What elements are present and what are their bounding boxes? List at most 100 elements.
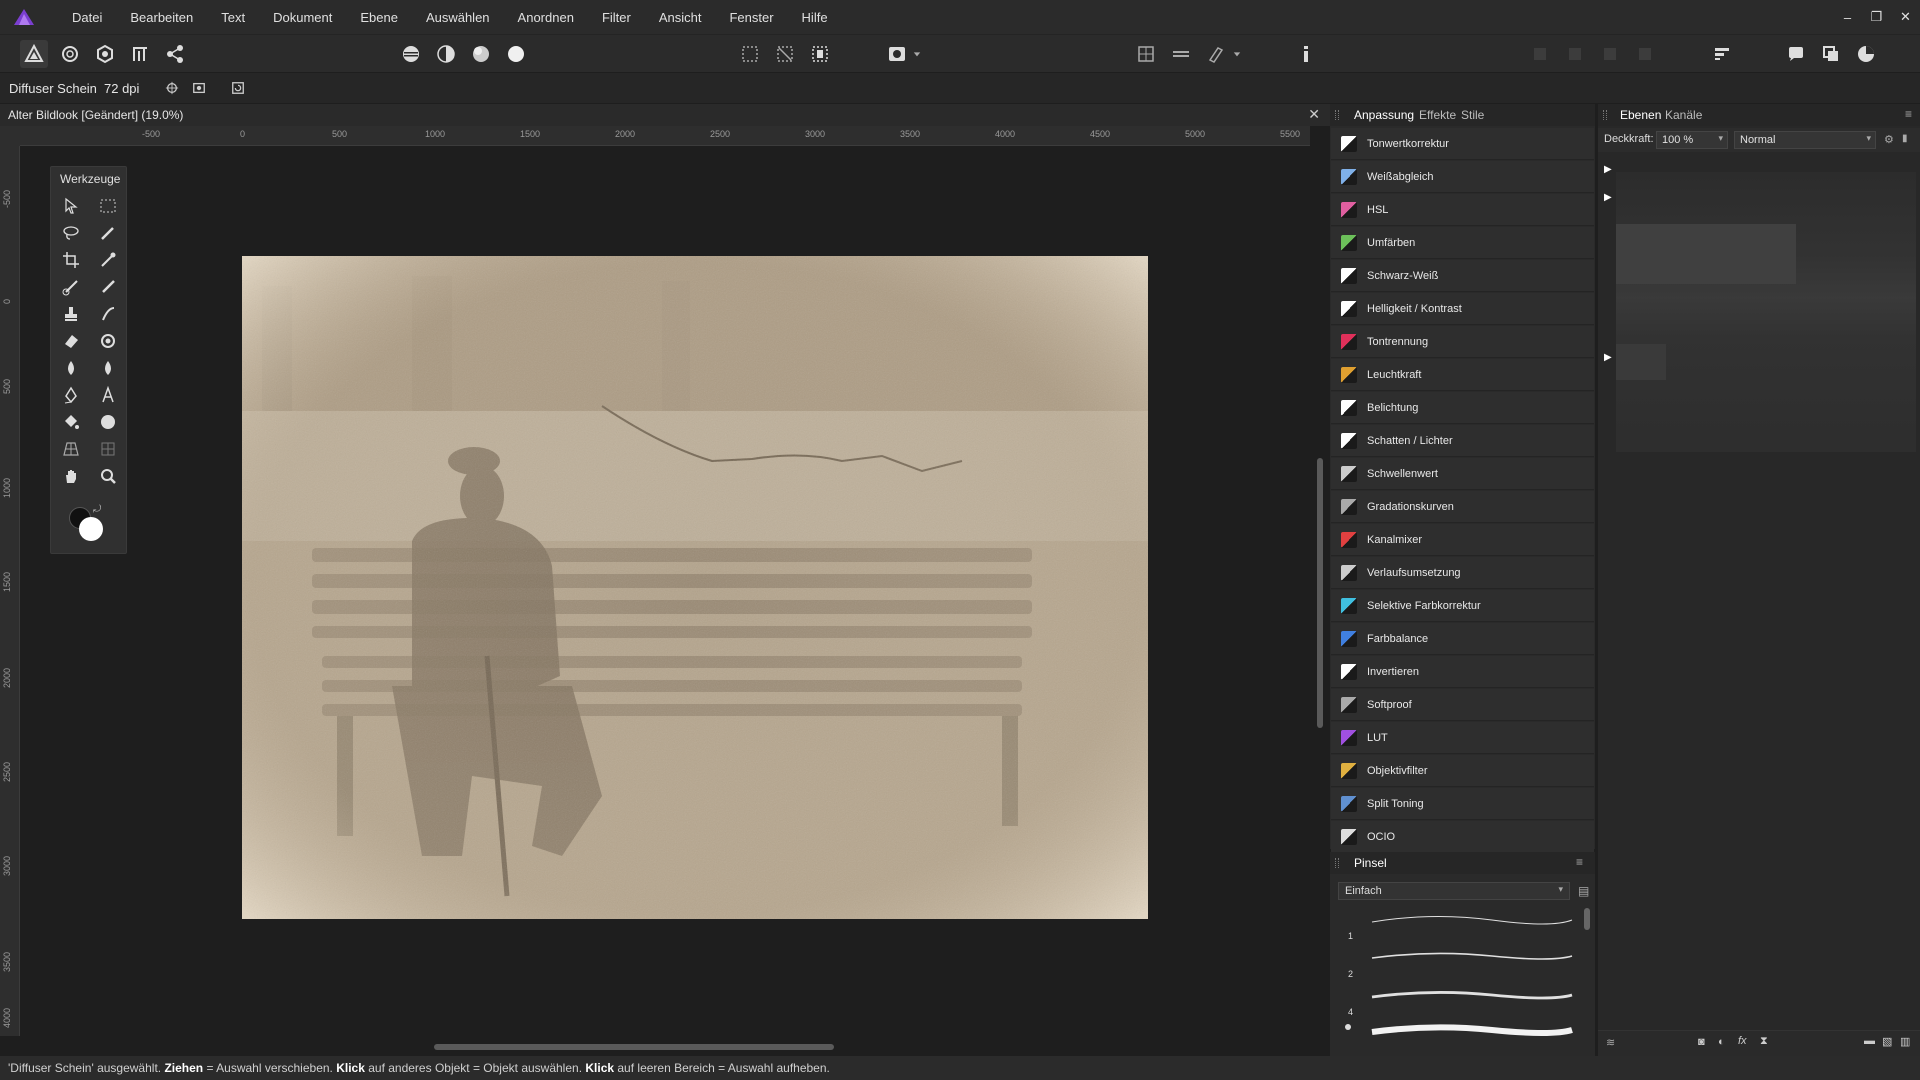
adjustment-item[interactable]: Verlaufsumsetzung <box>1331 557 1594 589</box>
tab-pinsel[interactable]: Pinsel <box>1354 856 1387 870</box>
clone-stamp-tool-icon[interactable] <box>58 301 84 327</box>
menu-ansicht[interactable]: Ansicht <box>645 10 716 25</box>
reset-icon[interactable] <box>227 78 249 98</box>
dodge-tool-icon[interactable] <box>95 328 121 354</box>
adjustment-item[interactable]: Umfärben <box>1331 227 1594 259</box>
tab-stile[interactable]: Stile <box>1461 108 1484 122</box>
document-tab[interactable]: Alter Bildlook [Geändert] (19.0%) ✕ <box>0 104 1330 126</box>
transform-origin-icon[interactable] <box>161 78 183 98</box>
layer-expand-arrow-icon[interactable]: ▶ <box>1604 352 1612 363</box>
eraser-tool-icon[interactable] <box>58 328 84 354</box>
brush-presets[interactable] <box>1342 912 1582 1062</box>
alignment-icon[interactable] <box>1167 40 1195 68</box>
grid-icon[interactable] <box>1132 40 1160 68</box>
vertical-ruler[interactable]: -500 0 500 1000 1500 2000 2500 3000 3500… <box>0 146 20 1036</box>
ellipse-shape-tool-icon[interactable] <box>95 409 121 435</box>
menu-text[interactable]: Text <box>207 10 259 25</box>
panel-grip-icon[interactable] <box>1335 110 1339 120</box>
align-menu-icon[interactable] <box>1708 40 1736 68</box>
export-persona-icon[interactable] <box>161 40 189 68</box>
restore-button[interactable]: ❐ <box>1862 9 1891 25</box>
snapping-icon[interactable] <box>1202 40 1230 68</box>
adjustment-item[interactable]: Leuchtkraft <box>1331 359 1594 391</box>
blend-mode-select[interactable]: Normal ▾ <box>1734 131 1876 149</box>
layer-expand-arrow-icon[interactable]: ▶ <box>1604 192 1612 203</box>
quick-mask-icon[interactable] <box>883 40 911 68</box>
vertical-scrollbar[interactable] <box>1310 126 1330 1038</box>
affinity-photo-logo-icon[interactable] <box>13 8 35 26</box>
color-picker-tool-icon[interactable] <box>95 247 121 273</box>
adjustment-item[interactable]: OCIO <box>1331 821 1594 853</box>
auto-white-balance-icon[interactable] <box>502 40 530 68</box>
marquee-select-icon[interactable] <box>736 40 764 68</box>
brush-scroll-thumb[interactable] <box>1584 908 1590 930</box>
adjustment-item[interactable]: Tontrennung <box>1331 326 1594 358</box>
color-settings-icon[interactable] <box>1852 40 1880 68</box>
adjustment-item[interactable]: Gradationskurven <box>1331 491 1594 523</box>
menu-filter[interactable]: Filter <box>588 10 645 25</box>
auto-contrast-icon[interactable] <box>432 40 460 68</box>
layer-stack-icon[interactable]: ≋ <box>1606 1036 1615 1049</box>
tab-anpassung[interactable]: Anpassung <box>1354 108 1414 122</box>
adjustment-item[interactable]: Objektivfilter <box>1331 755 1594 787</box>
adjustment-item[interactable]: Schwellenwert <box>1331 458 1594 490</box>
tab-ebenen[interactable]: Ebenen <box>1620 108 1661 122</box>
smudge-tool-icon[interactable] <box>95 301 121 327</box>
lock-icon[interactable]: ▮ <box>1902 133 1908 144</box>
liquify-persona-icon[interactable] <box>56 40 84 68</box>
tab-kanaele[interactable]: Kanäle <box>1665 108 1702 122</box>
vertical-scroll-thumb[interactable] <box>1317 458 1323 728</box>
pen-tool-icon[interactable] <box>58 382 84 408</box>
live-filter-icon[interactable]: ⧗ <box>1760 1035 1768 1048</box>
menu-datei[interactable]: Datei <box>58 10 116 25</box>
crop-tool-icon[interactable] <box>58 247 84 273</box>
color-swatches[interactable]: ⤾ <box>65 504 107 544</box>
adjustment-layer-icon[interactable]: ◐ <box>1718 1036 1725 1048</box>
mask-layer-icon[interactable]: ◙ <box>1698 1036 1705 1048</box>
arrange-backward-icon[interactable] <box>1561 40 1589 68</box>
arrange-back-icon[interactable] <box>1526 40 1554 68</box>
menu-auswaehlen[interactable]: Auswählen <box>412 10 504 25</box>
menu-dokument[interactable]: Dokument <box>259 10 346 25</box>
deselect-icon[interactable] <box>771 40 799 68</box>
canvas-photo[interactable] <box>242 256 1148 919</box>
close-document-icon[interactable]: ✕ <box>1308 106 1320 123</box>
paint-brush-tool-icon[interactable] <box>58 274 84 300</box>
close-window-button[interactable]: ✕ <box>1891 9 1920 25</box>
selection-brush-tool-icon[interactable] <box>95 220 121 246</box>
tab-effekte[interactable]: Effekte <box>1419 108 1456 122</box>
menu-fenster[interactable]: Fenster <box>715 10 787 25</box>
blur-brush-tool-icon[interactable] <box>58 355 84 381</box>
perspective-tool-icon[interactable] <box>58 436 84 462</box>
zoom-tool-icon[interactable] <box>95 463 121 489</box>
secondary-color-swatch[interactable] <box>79 517 103 541</box>
menu-bearbeiten[interactable]: Bearbeiten <box>116 10 207 25</box>
move-tool-icon[interactable] <box>58 193 84 219</box>
pixel-brush-tool-icon[interactable] <box>95 274 121 300</box>
gear-icon[interactable]: ⚙ <box>1884 133 1894 146</box>
hand-tool-icon[interactable] <box>58 463 84 489</box>
sharpen-tool-icon[interactable] <box>95 355 121 381</box>
panel-menu-icon[interactable]: ≡ <box>1576 855 1583 869</box>
swap-colors-icon[interactable]: ⤾ <box>93 504 101 515</box>
panel-menu-icon[interactable]: ≡ <box>1905 107 1912 121</box>
photo-persona-icon[interactable] <box>20 40 48 68</box>
arrange-forward-icon[interactable] <box>1596 40 1624 68</box>
menu-anordnen[interactable]: Anordnen <box>504 10 588 25</box>
show-mask-icon[interactable] <box>188 78 210 98</box>
lasso-tool-icon[interactable] <box>58 220 84 246</box>
horizontal-scrollbar[interactable] <box>0 1038 1330 1056</box>
adjustment-item[interactable]: Split Toning <box>1331 788 1594 820</box>
panel-grip-icon[interactable] <box>1335 858 1339 868</box>
adjustment-item[interactable]: Helligkeit / Kontrast <box>1331 293 1594 325</box>
adjustment-item[interactable]: LUT <box>1331 722 1594 754</box>
auto-levels-icon[interactable] <box>397 40 425 68</box>
layer-expand-arrow-icon[interactable]: ▶ <box>1604 164 1612 175</box>
invert-selection-icon[interactable] <box>806 40 834 68</box>
fx-icon[interactable]: fx <box>1738 1035 1747 1047</box>
adjustment-item[interactable]: Invertieren <box>1331 656 1594 688</box>
new-layer-icon[interactable]: ▧ <box>1882 1035 1892 1048</box>
brush-category-select[interactable]: Einfach ▾ <box>1338 882 1570 900</box>
ruler-corner[interactable] <box>0 126 20 146</box>
minimize-button[interactable]: – <box>1833 10 1862 25</box>
